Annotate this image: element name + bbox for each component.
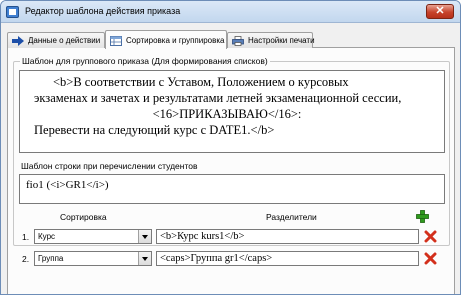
sort-row: 2. Группа <caps>Группа gr1</caps> (22, 251, 442, 267)
tab-label: Данные о действии (28, 36, 101, 45)
tab-bar: Данные о действии Сортировка и группиров… (7, 30, 455, 49)
tab-label: Настройки печати (248, 36, 315, 45)
close-button[interactable]: ✕ (426, 4, 454, 19)
app-icon (6, 6, 19, 18)
delete-row-button[interactable] (424, 252, 437, 265)
group-template-editor[interactable]: <b>В соответствии с Уставом, Положением … (19, 70, 445, 153)
student-row-label: Шаблон строки при перечислении студентов (21, 161, 198, 171)
tab-label: Сортировка и группировка (126, 36, 225, 45)
tab-action-data[interactable]: Данные о действии (7, 32, 105, 48)
sort-field-value: Курс (38, 232, 56, 241)
sort-field-select[interactable]: Курс (34, 229, 152, 244)
student-row-template-input[interactable]: fio1 (<i>GR1</i>) (19, 174, 445, 204)
template-line: Перевести на следующий курс с DATE1.</b> (34, 123, 275, 137)
printer-icon (232, 36, 244, 46)
chevron-down-icon[interactable] (138, 252, 151, 265)
template-line: <b>В соответствии с Уставом, Положением … (53, 75, 349, 89)
table-icon (110, 36, 122, 46)
template-line: <16>ПРИКАЗЫВАЮ</16>: (152, 107, 302, 121)
tab-sorting-grouping[interactable]: Сортировка и группировка (105, 30, 227, 49)
group-legend: Шаблон для группового приказа (Для форми… (20, 56, 270, 66)
sort-column-header: Сортировка (60, 212, 107, 222)
template-line: экзаменах и зачетах и результатами летне… (34, 91, 402, 105)
separators-column-header: Разделители (266, 212, 317, 222)
sort-field-value: Группа (38, 254, 64, 263)
separator-input[interactable]: <b>Курс kurs1</b> (156, 229, 419, 244)
title-bar: Редактор шаблона действия приказа ✕ (1, 1, 460, 23)
separator-input[interactable]: <caps>Группа gr1</caps> (156, 251, 419, 266)
chevron-down-icon[interactable] (138, 230, 151, 243)
sort-row: 1. Курс <b>Курс kurs1</b> (22, 229, 442, 245)
sort-row-number: 1. (22, 232, 30, 242)
tab-panel: Шаблон для группового приказа (Для форми… (7, 48, 455, 294)
add-row-button[interactable] (416, 210, 429, 223)
editor-window: Редактор шаблона действия приказа ✕ Данн… (0, 0, 461, 295)
sort-row-number: 2. (22, 254, 30, 264)
sort-field-select[interactable]: Группа (34, 251, 152, 266)
window-title: Редактор шаблона действия приказа (25, 6, 181, 16)
tab-print-settings[interactable]: Настройки печати (227, 32, 315, 48)
delete-row-button[interactable] (424, 230, 437, 243)
arrow-right-icon (12, 36, 24, 46)
